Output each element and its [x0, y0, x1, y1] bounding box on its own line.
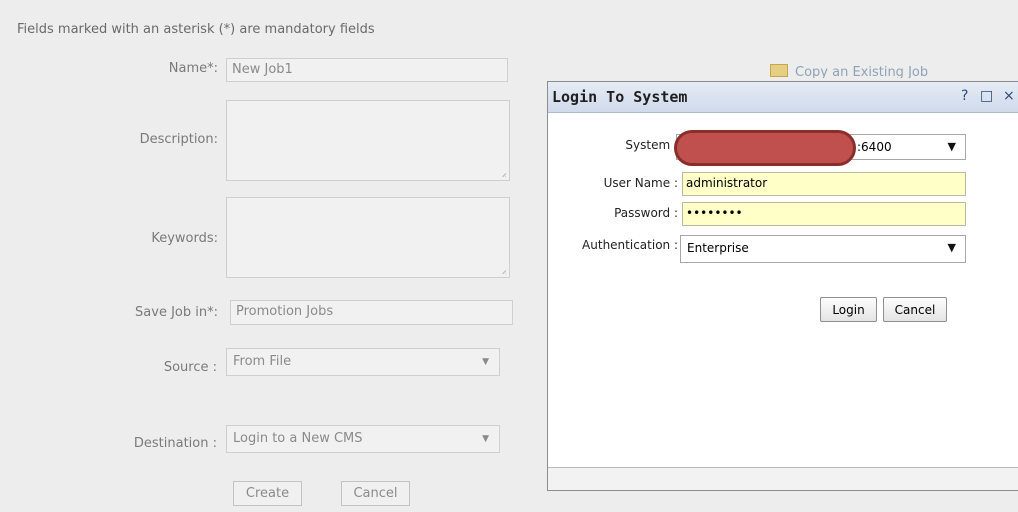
description-label: Description: [139, 132, 218, 147]
name-label: Name*: [168, 61, 218, 76]
chevron-down-icon: ▼ [482, 357, 489, 367]
maximize-icon[interactable]: □ [980, 88, 993, 104]
username-input[interactable]: administrator [682, 172, 966, 196]
create-button[interactable]: Create [233, 481, 302, 506]
dialog-title: Login To System [552, 88, 688, 106]
chevron-down-icon: ▼ [947, 140, 956, 153]
save-job-label: Save Job in*: [135, 305, 218, 320]
name-field[interactable]: New Job1 [226, 58, 508, 82]
login-button[interactable]: Login [820, 297, 877, 322]
redaction-mark [674, 130, 856, 166]
authentication-label: Authentication : [582, 238, 678, 252]
system-port: :6400 [857, 140, 892, 154]
destination-value: Login to a New CMS [233, 431, 363, 446]
mandatory-fields-note: Fields marked with an asterisk (*) are m… [17, 22, 375, 37]
chevron-down-icon: ▼ [482, 434, 489, 444]
system-label: System : [625, 138, 678, 152]
keywords-label: Keywords: [151, 231, 218, 246]
help-icon[interactable]: ? [961, 88, 968, 104]
cancel-button[interactable]: Cancel [341, 481, 410, 506]
source-select[interactable]: From File ▼ [226, 348, 500, 376]
dialog-header[interactable]: Login To System ? □ × [548, 82, 1018, 113]
authentication-select[interactable]: Enterprise ▼ [680, 235, 966, 263]
resize-grip-icon[interactable] [498, 169, 506, 177]
close-icon[interactable]: × [1003, 88, 1015, 104]
destination-label: Destination : [133, 436, 217, 451]
destination-select[interactable]: Login to a New CMS ▼ [226, 425, 500, 453]
password-input[interactable]: •••••••• [682, 202, 966, 226]
copy-existing-job-link[interactable]: Copy an Existing Job [770, 64, 928, 78]
description-field[interactable] [226, 100, 510, 181]
copy-job-label: Copy an Existing Job [795, 65, 929, 78]
resize-grip-icon[interactable] [498, 266, 506, 274]
authentication-value: Enterprise [687, 241, 749, 255]
keywords-field[interactable] [226, 197, 510, 278]
password-label: Password : [614, 206, 678, 220]
chevron-down-icon: ▼ [947, 241, 956, 254]
source-value: From File [233, 354, 292, 369]
source-label: Source : [163, 360, 217, 375]
save-job-field[interactable]: Promotion Jobs [230, 300, 513, 325]
username-label: User Name : [603, 176, 678, 190]
dialog-cancel-button[interactable]: Cancel [883, 297, 947, 322]
folder-icon [770, 64, 788, 77]
dialog-footer [548, 467, 1018, 490]
